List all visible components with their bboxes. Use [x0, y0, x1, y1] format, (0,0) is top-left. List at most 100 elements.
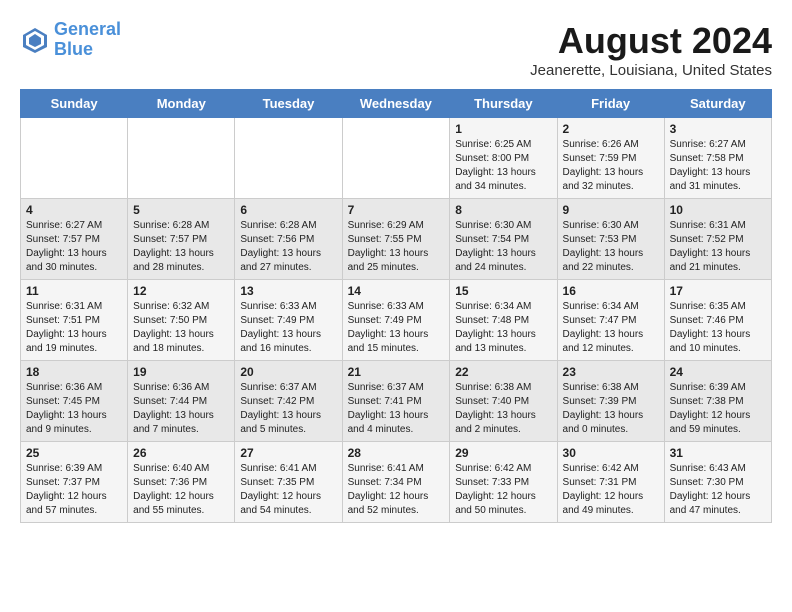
day-number: 17: [670, 284, 766, 298]
day-detail: Sunrise: 6:29 AM Sunset: 7:55 PM Dayligh…: [348, 219, 445, 275]
calendar-cell: 4 Sunrise: 6:27 AM Sunset: 7:57 PM Daylig…: [21, 199, 128, 280]
calendar-cell: 5 Sunrise: 6:28 AM Sunset: 7:57 PM Daylig…: [128, 199, 235, 280]
calendar-cell: 6 Sunrise: 6:28 AM Sunset: 7:56 PM Daylig…: [235, 199, 342, 280]
day-number: 24: [670, 365, 766, 379]
calendar-cell: 22 Sunrise: 6:38 AM Sunset: 7:40 PM Dayli…: [450, 361, 557, 442]
day-detail: Sunrise: 6:43 AM Sunset: 7:30 PM Dayligh…: [670, 462, 766, 518]
day-number: 16: [563, 284, 659, 298]
day-number: 11: [26, 284, 122, 298]
calendar-week-row: 11 Sunrise: 6:31 AM Sunset: 7:51 PM Dayli…: [21, 280, 772, 361]
calendar-cell: 27 Sunrise: 6:41 AM Sunset: 7:35 PM Dayli…: [235, 442, 342, 523]
day-number: 14: [348, 284, 445, 298]
day-detail: Sunrise: 6:39 AM Sunset: 7:37 PM Dayligh…: [26, 462, 122, 518]
day-detail: Sunrise: 6:33 AM Sunset: 7:49 PM Dayligh…: [240, 300, 336, 356]
day-number: 5: [133, 203, 229, 217]
day-of-week-header: Saturday: [664, 90, 771, 118]
calendar-cell: 24 Sunrise: 6:39 AM Sunset: 7:38 PM Dayli…: [664, 361, 771, 442]
day-number: 27: [240, 446, 336, 460]
day-of-week-header: Sunday: [21, 90, 128, 118]
day-detail: Sunrise: 6:42 AM Sunset: 7:33 PM Dayligh…: [455, 462, 551, 518]
day-number: 21: [348, 365, 445, 379]
day-detail: Sunrise: 6:42 AM Sunset: 7:31 PM Dayligh…: [563, 462, 659, 518]
days-of-week-header: SundayMondayTuesdayWednesdayThursdayFrid…: [21, 90, 772, 118]
day-detail: Sunrise: 6:30 AM Sunset: 7:54 PM Dayligh…: [455, 219, 551, 275]
day-number: 8: [455, 203, 551, 217]
calendar-cell: 7Sunrise: 6:29 AM Sunset: 7:55 PM Daylig…: [342, 199, 450, 280]
calendar-body: 1Sunrise: 6:25 AM Sunset: 8:00 PM Daylig…: [21, 118, 772, 523]
day-of-week-header: Wednesday: [342, 90, 450, 118]
day-number: 6: [240, 203, 336, 217]
calendar-week-row: 25 Sunrise: 6:39 AM Sunset: 7:37 PM Dayli…: [21, 442, 772, 523]
day-number: 26: [133, 446, 229, 460]
calendar-cell: 16 Sunrise: 6:34 AM Sunset: 7:47 PM Dayli…: [557, 280, 664, 361]
day-detail: Sunrise: 6:28 AM Sunset: 7:56 PM Dayligh…: [240, 219, 336, 275]
calendar-cell: 20 Sunrise: 6:37 AM Sunset: 7:42 PM Dayli…: [235, 361, 342, 442]
calendar-cell: 19 Sunrise: 6:36 AM Sunset: 7:44 PM Dayli…: [128, 361, 235, 442]
calendar-cell: 11 Sunrise: 6:31 AM Sunset: 7:51 PM Dayli…: [21, 280, 128, 361]
day-detail: Sunrise: 6:39 AM Sunset: 7:38 PM Dayligh…: [670, 381, 766, 437]
day-detail: Sunrise: 6:37 AM Sunset: 7:42 PM Dayligh…: [240, 381, 336, 437]
day-detail: Sunrise: 6:33 AM Sunset: 7:49 PM Dayligh…: [348, 300, 445, 356]
day-of-week-header: Tuesday: [235, 90, 342, 118]
calendar-week-row: 4 Sunrise: 6:27 AM Sunset: 7:57 PM Daylig…: [21, 199, 772, 280]
day-number: 20: [240, 365, 336, 379]
calendar-cell: [235, 118, 342, 199]
day-number: 4: [26, 203, 122, 217]
calendar-cell: 3 Sunrise: 6:27 AM Sunset: 7:58 PM Daylig…: [664, 118, 771, 199]
day-detail: Sunrise: 6:41 AM Sunset: 7:35 PM Dayligh…: [240, 462, 336, 518]
calendar-cell: 26Sunrise: 6:40 AM Sunset: 7:36 PM Dayli…: [128, 442, 235, 523]
day-detail: Sunrise: 6:25 AM Sunset: 8:00 PM Dayligh…: [455, 138, 551, 194]
day-detail: Sunrise: 6:37 AM Sunset: 7:41 PM Dayligh…: [348, 381, 445, 437]
calendar-cell: 23 Sunrise: 6:38 AM Sunset: 7:39 PM Dayli…: [557, 361, 664, 442]
day-detail: Sunrise: 6:36 AM Sunset: 7:44 PM Dayligh…: [133, 381, 229, 437]
day-number: 28: [348, 446, 445, 460]
calendar-cell: 15Sunrise: 6:34 AM Sunset: 7:48 PM Dayli…: [450, 280, 557, 361]
day-detail: Sunrise: 6:26 AM Sunset: 7:59 PM Dayligh…: [563, 138, 659, 194]
day-number: 10: [670, 203, 766, 217]
day-detail: Sunrise: 6:30 AM Sunset: 7:53 PM Dayligh…: [563, 219, 659, 275]
calendar-cell: 13 Sunrise: 6:33 AM Sunset: 7:49 PM Dayli…: [235, 280, 342, 361]
calendar-cell: [128, 118, 235, 199]
day-detail: Sunrise: 6:38 AM Sunset: 7:40 PM Dayligh…: [455, 381, 551, 437]
day-number: 13: [240, 284, 336, 298]
day-number: 23: [563, 365, 659, 379]
calendar-cell: 28 Sunrise: 6:41 AM Sunset: 7:34 PM Dayli…: [342, 442, 450, 523]
day-detail: Sunrise: 6:27 AM Sunset: 7:58 PM Dayligh…: [670, 138, 766, 194]
page-header: General Blue August 2024 Jeanerette, Lou…: [20, 20, 772, 79]
title-area: August 2024 Jeanerette, Louisiana, Unite…: [530, 20, 772, 79]
day-detail: Sunrise: 6:34 AM Sunset: 7:48 PM Dayligh…: [455, 300, 551, 356]
day-number: 22: [455, 365, 551, 379]
day-detail: Sunrise: 6:41 AM Sunset: 7:34 PM Dayligh…: [348, 462, 445, 518]
day-detail: Sunrise: 6:34 AM Sunset: 7:47 PM Dayligh…: [563, 300, 659, 356]
day-number: 2: [563, 122, 659, 136]
calendar-cell: 31 Sunrise: 6:43 AM Sunset: 7:30 PM Dayli…: [664, 442, 771, 523]
day-number: 30: [563, 446, 659, 460]
day-number: 29: [455, 446, 551, 460]
calendar-week-row: 1Sunrise: 6:25 AM Sunset: 8:00 PM Daylig…: [21, 118, 772, 199]
day-detail: Sunrise: 6:38 AM Sunset: 7:39 PM Dayligh…: [563, 381, 659, 437]
day-number: 9: [563, 203, 659, 217]
logo-text: General Blue: [54, 20, 121, 60]
calendar-cell: 18 Sunrise: 6:36 AM Sunset: 7:45 PM Dayli…: [21, 361, 128, 442]
day-number: 25: [26, 446, 122, 460]
logo-icon: [20, 25, 50, 55]
location-subtitle: Jeanerette, Louisiana, United States: [530, 62, 772, 79]
calendar-cell: 12Sunrise: 6:32 AM Sunset: 7:50 PM Dayli…: [128, 280, 235, 361]
day-number: 31: [670, 446, 766, 460]
calendar-cell: 10Sunrise: 6:31 AM Sunset: 7:52 PM Dayli…: [664, 199, 771, 280]
calendar-cell: 25 Sunrise: 6:39 AM Sunset: 7:37 PM Dayli…: [21, 442, 128, 523]
day-detail: Sunrise: 6:32 AM Sunset: 7:50 PM Dayligh…: [133, 300, 229, 356]
calendar-cell: [342, 118, 450, 199]
day-detail: Sunrise: 6:36 AM Sunset: 7:45 PM Dayligh…: [26, 381, 122, 437]
calendar-table: SundayMondayTuesdayWednesdayThursdayFrid…: [20, 89, 772, 523]
day-number: 3: [670, 122, 766, 136]
day-detail: Sunrise: 6:28 AM Sunset: 7:57 PM Dayligh…: [133, 219, 229, 275]
day-number: 19: [133, 365, 229, 379]
calendar-cell: 17Sunrise: 6:35 AM Sunset: 7:46 PM Dayli…: [664, 280, 771, 361]
day-of-week-header: Monday: [128, 90, 235, 118]
calendar-cell: 1Sunrise: 6:25 AM Sunset: 8:00 PM Daylig…: [450, 118, 557, 199]
day-number: 18: [26, 365, 122, 379]
day-detail: Sunrise: 6:27 AM Sunset: 7:57 PM Dayligh…: [26, 219, 122, 275]
calendar-cell: 8 Sunrise: 6:30 AM Sunset: 7:54 PM Daylig…: [450, 199, 557, 280]
day-detail: Sunrise: 6:31 AM Sunset: 7:51 PM Dayligh…: [26, 300, 122, 356]
